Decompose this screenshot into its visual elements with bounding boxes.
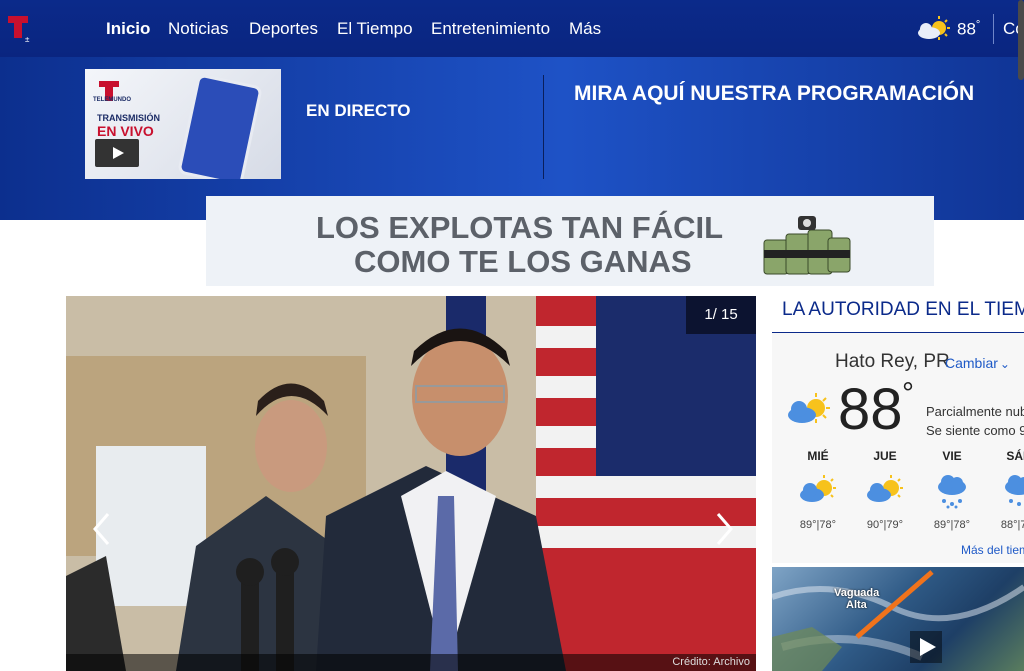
thumb-brand: TELEMUNDO (93, 97, 131, 103)
thumb-title-line2: EN VIVO (97, 123, 154, 139)
satellite-map (772, 570, 1024, 671)
forecast-temps: 89°|78° (933, 519, 971, 531)
thumb-title-line1: TRANSMISIÓN (97, 113, 160, 123)
partly-sunny-icon (800, 475, 836, 502)
change-location-link[interactable]: Cambiar (945, 355, 1010, 371)
weather-condition: Parcialmente nublado (926, 404, 1024, 419)
telemundo-logo[interactable]: ± (6, 12, 36, 44)
nav-item-noticias[interactable]: Noticias (168, 19, 228, 39)
photo-slideshow[interactable]: 1/ 15 Crédito: Archivo (66, 296, 756, 671)
programming-link[interactable]: MIRA AQUÍ NUESTRA PROGRAMACIÓN (574, 82, 974, 106)
phone-graphic (177, 73, 263, 179)
nav-item-entretenimiento[interactable]: Entretenimiento (431, 19, 550, 39)
forecast-temps: 89°|78° (799, 519, 837, 531)
forecast-day: VIE (942, 449, 962, 463)
nav-item-el-tiempo[interactable]: El Tiempo (337, 19, 413, 39)
forecast-day: MIÉ (807, 449, 829, 463)
nav-temperature[interactable]: 88° (957, 19, 980, 40)
photo-credit-bar: Crédito: Archivo (66, 654, 756, 671)
photo-credit: Crédito: Archivo (672, 656, 750, 668)
play-icon[interactable] (910, 631, 942, 663)
partly-sunny-icon (788, 393, 830, 423)
rain-cloud-icon (1005, 475, 1024, 506)
slideshow-photo (66, 296, 756, 671)
map-label: Vaguada (834, 587, 880, 599)
weather-widget-title: LA AUTORIDAD EN EL TIEMPO (772, 296, 1024, 335)
nav-item-deportes[interactable]: Deportes (249, 19, 318, 39)
forecast-temps: 88°|78° (1000, 519, 1024, 531)
forecast-temps: 90°|79° (866, 519, 904, 531)
rain-cloud-icon (938, 475, 966, 509)
weather-map-video[interactable]: Vaguada Alta (772, 567, 1024, 671)
chevron-left-icon[interactable] (90, 510, 114, 548)
nav-item-mas[interactable]: Más (569, 19, 601, 39)
forecast-day: SÁB (1006, 449, 1024, 463)
live-link[interactable]: EN DIRECTO (306, 101, 411, 121)
live-stream-thumbnail[interactable]: TELEMUNDO TRANSMISIÓN EN VIVO (85, 69, 281, 179)
play-icon[interactable] (95, 139, 139, 167)
map-label: Alta (846, 599, 867, 611)
nav-item-inicio[interactable]: Inicio (106, 19, 150, 39)
weather-location: Hato Rey, PR (835, 351, 950, 372)
current-temperature: 88 (838, 377, 903, 442)
slide-counter: 1/ 15 (686, 296, 756, 334)
nav-divider (993, 14, 994, 44)
more-weather-link[interactable]: Más del tiempo (961, 543, 1024, 557)
svg-text:±: ± (25, 35, 30, 44)
top-nav: ± Inicio Noticias Deportes El Tiempo Ent… (0, 0, 1024, 57)
chevron-right-icon[interactable] (712, 510, 736, 548)
ad-headline-2: COMO TE LOS GANAS (354, 244, 692, 279)
scrollbar[interactable] (1018, 0, 1024, 80)
weather-widget: Hato Rey, PR Cambiar 88 ° Parcialmente n… (772, 333, 1024, 563)
degree-symbol: ° (902, 377, 914, 410)
hero-divider (543, 75, 544, 179)
forecast-day: JUE (873, 449, 897, 463)
advertisement-banner[interactable]: LOS EXPLOTAS TAN FÁCIL COMO TE LOS GANAS (206, 196, 934, 286)
money-bomb-icon (763, 216, 851, 275)
feels-like: Se siente como 98° (926, 423, 1024, 438)
ad-headline-1: LOS EXPLOTAS TAN FÁCIL (316, 210, 724, 245)
partly-sunny-icon (867, 475, 903, 502)
partly-sunny-icon[interactable] (915, 14, 955, 44)
